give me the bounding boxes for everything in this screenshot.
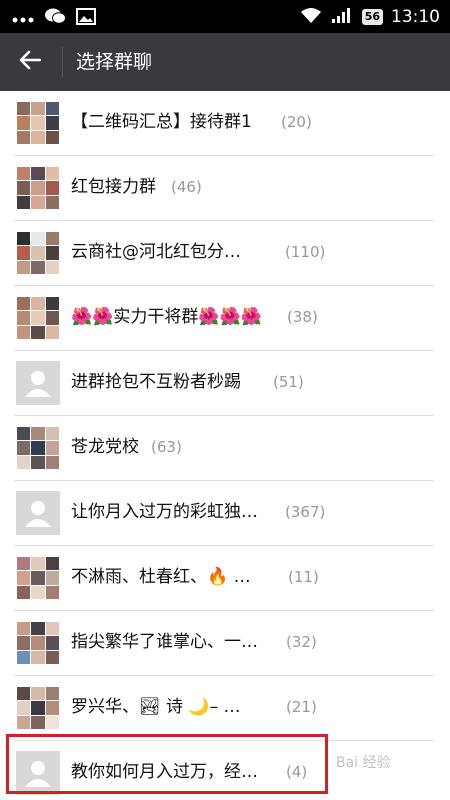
group-row[interactable]: 进群抢包不互粉者秒踢 (51) <box>0 351 450 416</box>
member-count: (367) <box>285 503 326 521</box>
group-avatar <box>16 296 60 340</box>
group-name: 苍龙党校 <box>71 437 139 457</box>
status-bar: 56 13:10 <box>0 0 450 33</box>
group-name: 🌺🌺实力干将群🌺🌺🌺 <box>71 307 262 327</box>
member-count: (110) <box>285 243 326 261</box>
group-name: 进群抢包不互粉者秒踢 <box>71 372 241 392</box>
highlight-annotation-box <box>6 734 328 794</box>
group-name: 罗兴华、🏞 诗 🌙– … <box>71 697 241 717</box>
group-name: 红包接力群 <box>71 177 156 197</box>
group-name: 让你月入过万的彩虹独… <box>71 502 258 522</box>
member-count: (51) <box>273 373 304 391</box>
member-count: (46) <box>171 178 202 196</box>
group-row[interactable]: 🌺🌺实力干将群🌺🌺🌺 (38) <box>0 286 450 351</box>
group-row[interactable]: 红包接力群 (46) <box>0 156 450 221</box>
member-count: (11) <box>288 568 319 586</box>
group-row[interactable]: 【二维码汇总】接待群1 (20) <box>0 91 450 156</box>
group-row[interactable]: 不淋雨、杜春红、🔥 … (11) <box>0 546 450 611</box>
baidu-watermark: Bai 经验 <box>336 755 391 771</box>
group-avatar <box>16 621 60 665</box>
group-avatar <box>16 166 60 210</box>
title-bar: 选择群聊 <box>0 33 450 91</box>
group-name: 不淋雨、杜春红、🔥 … <box>71 567 251 587</box>
group-row[interactable]: 罗兴华、🏞 诗 🌙– … (21) <box>0 676 450 741</box>
page-title: 选择群聊 <box>76 51 153 73</box>
group-name: 指尖繁华了谁掌心、一… <box>71 632 258 652</box>
group-row[interactable]: 云商社@河北红包分… (110) <box>0 221 450 286</box>
battery-indicator: 56 <box>361 9 383 25</box>
gallery-icon <box>76 7 96 29</box>
group-avatar <box>16 556 60 600</box>
wechat-icon <box>44 7 66 29</box>
group-avatar <box>16 231 60 275</box>
group-name: 【二维码汇总】接待群1 <box>71 112 252 132</box>
default-avatar-icon <box>16 491 60 535</box>
group-row[interactable]: 让你月入过万的彩虹独… (367) <box>0 481 450 546</box>
header-divider <box>62 47 63 77</box>
back-button[interactable] <box>10 42 50 82</box>
more-dots-icon <box>12 9 34 28</box>
member-count: (21) <box>286 698 317 716</box>
member-count: (38) <box>287 308 318 326</box>
default-avatar-icon <box>16 361 60 405</box>
member-count: (20) <box>281 113 312 131</box>
status-time: 13:10 <box>391 7 440 27</box>
group-row[interactable]: 苍龙党校 (63) <box>0 416 450 481</box>
wifi-icon <box>300 7 322 28</box>
group-avatar <box>16 426 60 470</box>
member-count: (32) <box>286 633 317 651</box>
arrow-left-icon <box>19 50 42 74</box>
member-count: (63) <box>151 438 182 456</box>
signal-icon <box>330 6 354 28</box>
group-avatar <box>16 101 60 145</box>
group-chat-list[interactable]: 【二维码汇总】接待群1 (20) 红包接力群 (46) 云商社@河北红包分… (… <box>0 91 450 800</box>
group-avatar <box>16 686 60 730</box>
group-name: 云商社@河北红包分… <box>71 242 241 262</box>
group-row[interactable]: 指尖繁华了谁掌心、一… (32) <box>0 611 450 676</box>
